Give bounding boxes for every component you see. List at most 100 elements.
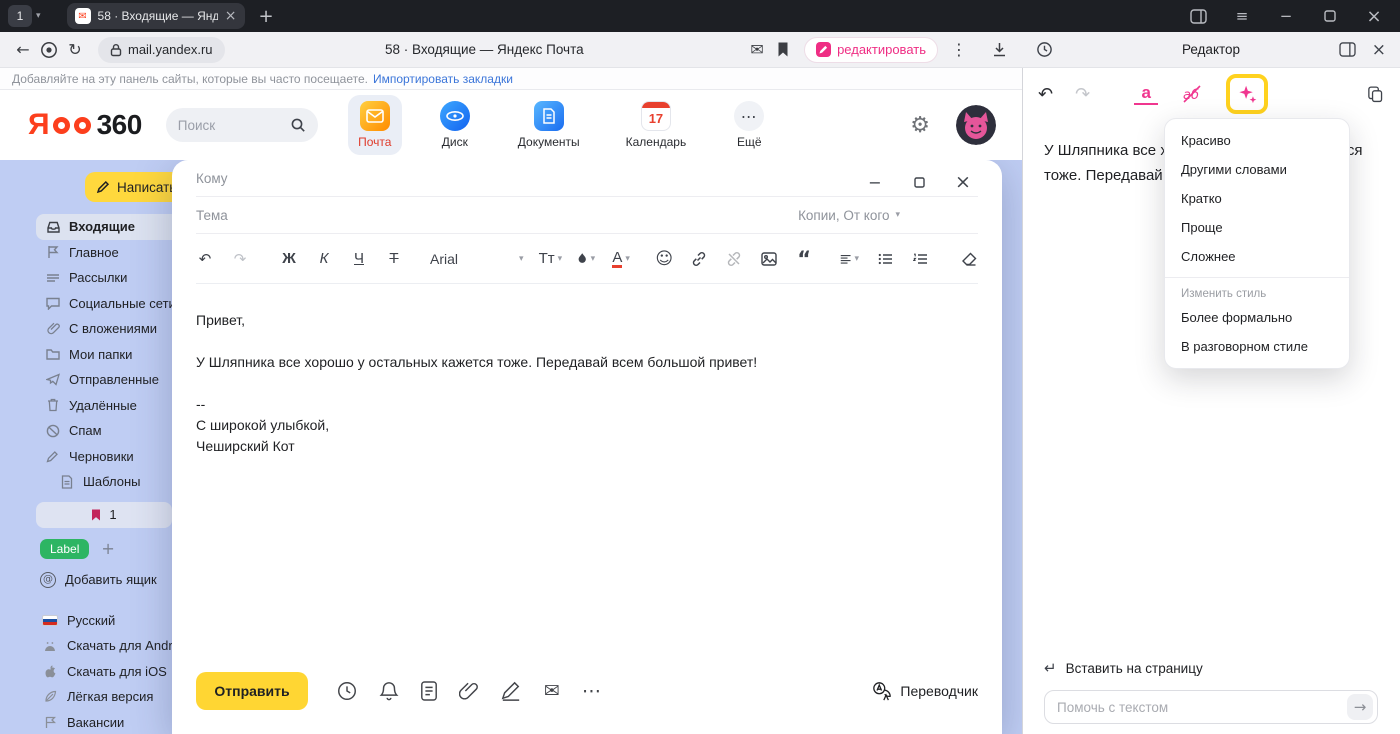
logo-360: 360 <box>97 109 142 141</box>
compose-pencil-icon <box>96 180 110 194</box>
undo-icon[interactable]: ↶ <box>1038 84 1053 105</box>
folder-label: Удалённые <box>69 398 137 413</box>
style-menu-item[interactable]: Красиво <box>1165 126 1349 155</box>
search-input[interactable] <box>178 118 290 133</box>
reload-icon[interactable]: ↻ <box>62 37 88 63</box>
more-menu-icon[interactable]: ⋮ <box>946 37 972 63</box>
compose-window: − × Кому Тема Копии, От кого ▾ ↶ ↷ Ж К Ч <box>172 160 1002 734</box>
submit-arrow-icon[interactable]: → <box>1347 694 1373 720</box>
edit-button-label: редактировать <box>837 42 926 57</box>
mail-page-icon[interactable]: ✉ <box>744 37 770 63</box>
eraser-format-icon[interactable] <box>960 248 978 270</box>
browser-menu-icon[interactable]: ≡ <box>1232 6 1252 26</box>
at-sign-icon: @ <box>40 572 56 588</box>
attach-paperclip-icon[interactable] <box>459 679 479 703</box>
add-label-icon[interactable]: + <box>101 539 114 558</box>
bold-button[interactable]: Ж <box>280 248 298 270</box>
redo-icon[interactable]: ↷ <box>1075 84 1090 105</box>
settings-gear-icon[interactable]: ⚙ <box>910 113 930 138</box>
emoji-button[interactable]: ☺ <box>655 248 673 270</box>
to-field[interactable]: Кому <box>196 160 978 197</box>
insert-image-button[interactable] <box>760 248 778 270</box>
minimize-window-icon[interactable]: − <box>1276 6 1296 26</box>
maximize-window-icon[interactable] <box>1320 6 1340 26</box>
envelope-options-icon[interactable]: ✉ <box>543 679 561 703</box>
align-button[interactable]: ▾ <box>840 248 859 270</box>
browser-tab[interactable]: ✉ 58 · Входящие — Яндекс Почта × <box>67 3 245 29</box>
copy-icon[interactable] <box>1366 85 1384 104</box>
rewrite-style-menu: Красиво Другими словами Кратко Проще Сло… <box>1164 118 1350 369</box>
reminder-bell-icon[interactable] <box>379 679 399 703</box>
bullet-list-button[interactable] <box>876 248 894 270</box>
insert-return-icon: ↵ <box>1044 659 1057 677</box>
style-menu-item[interactable]: Другими словами <box>1165 155 1349 184</box>
tab-counter-button[interactable]: 1 <box>8 5 32 27</box>
edit-bookmark-button[interactable]: редактировать <box>804 37 938 63</box>
url-field[interactable]: mail.yandex.ru <box>98 37 225 63</box>
close-panel-icon[interactable]: × <box>1372 40 1386 60</box>
translator-button[interactable]: Переводчик <box>872 681 978 701</box>
style-menu-item[interactable]: В разговорном стиле <box>1165 332 1349 361</box>
send-later-clock-icon[interactable] <box>336 679 358 703</box>
alice-assistant-icon[interactable] <box>36 37 62 63</box>
signature-pen-icon[interactable] <box>500 679 522 703</box>
rewrite-icon[interactable]: аб <box>1180 82 1204 106</box>
quote-button[interactable]: “ <box>795 248 813 270</box>
style-menu-item[interactable]: Кратко <box>1165 184 1349 213</box>
open-in-window-icon[interactable] <box>1339 42 1356 57</box>
underline-button[interactable]: Ч <box>350 248 368 270</box>
service-more[interactable]: ⋯ Ещё <box>722 95 776 155</box>
numbered-list-button[interactable] <box>911 248 929 270</box>
undo-icon[interactable]: ↶ <box>196 248 214 270</box>
subject-field[interactable]: Тема Копии, От кого ▾ <box>196 197 978 234</box>
minimize-compose-icon[interactable]: − <box>866 173 884 191</box>
search-icon[interactable] <box>290 117 306 133</box>
tab-close-icon[interactable]: × <box>225 8 237 24</box>
cc-from-toggle[interactable]: Копии, От кого ▾ <box>798 208 900 223</box>
template-note-icon[interactable] <box>420 679 438 703</box>
tab-list-chevron-icon[interactable]: ▾ <box>36 11 41 21</box>
insert-link-button[interactable] <box>690 248 708 270</box>
body-line <box>196 373 978 394</box>
grammar-check-icon[interactable]: а <box>1134 83 1158 105</box>
text-color-button[interactable]: А▾ <box>612 248 630 270</box>
font-family-select[interactable]: Arial ▾ <box>430 251 524 267</box>
service-calendar[interactable]: 17 Календарь <box>616 95 697 155</box>
import-bookmarks-link[interactable]: Импортировать закладки <box>373 72 513 86</box>
compose-body[interactable]: Привет, У Шляпника все хорошо у остальны… <box>172 284 1002 457</box>
style-menu-item[interactable]: Проще <box>1165 213 1349 242</box>
insert-to-page-button[interactable]: ↵ Вставить на страницу <box>1044 659 1378 677</box>
italic-button[interactable]: К <box>315 248 333 270</box>
strikethrough-button[interactable]: Т <box>385 248 403 270</box>
service-docs[interactable]: Документы <box>508 95 590 155</box>
send-button[interactable]: Отправить <box>196 672 308 710</box>
bookmark-filter[interactable]: 1 <box>36 502 172 528</box>
search-box[interactable] <box>166 108 318 142</box>
folder-label: Спам <box>69 423 102 438</box>
font-size-select[interactable]: Тт▾ <box>541 248 561 270</box>
redo-icon[interactable]: ↷ <box>231 248 249 270</box>
close-compose-icon[interactable]: × <box>954 173 972 191</box>
style-menu-item[interactable]: Сложнее <box>1165 242 1349 271</box>
maximize-compose-icon[interactable] <box>910 173 928 191</box>
yandex-360-logo[interactable]: Я 360 <box>28 108 142 142</box>
style-menu-item[interactable]: Более формально <box>1165 303 1349 332</box>
sidebar-panel-icon[interactable] <box>1188 6 1208 26</box>
label-tag[interactable]: Label <box>40 539 89 559</box>
remove-link-button[interactable] <box>725 248 743 270</box>
close-window-icon[interactable]: × <box>1364 6 1384 26</box>
bookmark-flag-icon[interactable] <box>770 37 796 63</box>
prompt-input[interactable] <box>1044 690 1378 724</box>
new-tab-button[interactable]: + <box>259 6 274 27</box>
sidebar-item-inbox[interactable]: Входящие <box>36 214 186 240</box>
user-avatar[interactable] <box>956 105 996 145</box>
body-line: Привет, <box>196 310 978 331</box>
more-options-icon[interactable]: ⋯ <box>582 679 601 703</box>
compose-button-label: Написать <box>117 180 176 195</box>
highlight-color-button[interactable]: ▾ <box>577 248 595 270</box>
downloads-icon[interactable] <box>986 37 1012 63</box>
service-mail[interactable]: Почта <box>348 95 402 155</box>
magic-sparkles-icon[interactable] <box>1235 82 1259 106</box>
back-icon[interactable]: ← <box>10 37 36 63</box>
service-disk[interactable]: Диск <box>428 95 482 155</box>
